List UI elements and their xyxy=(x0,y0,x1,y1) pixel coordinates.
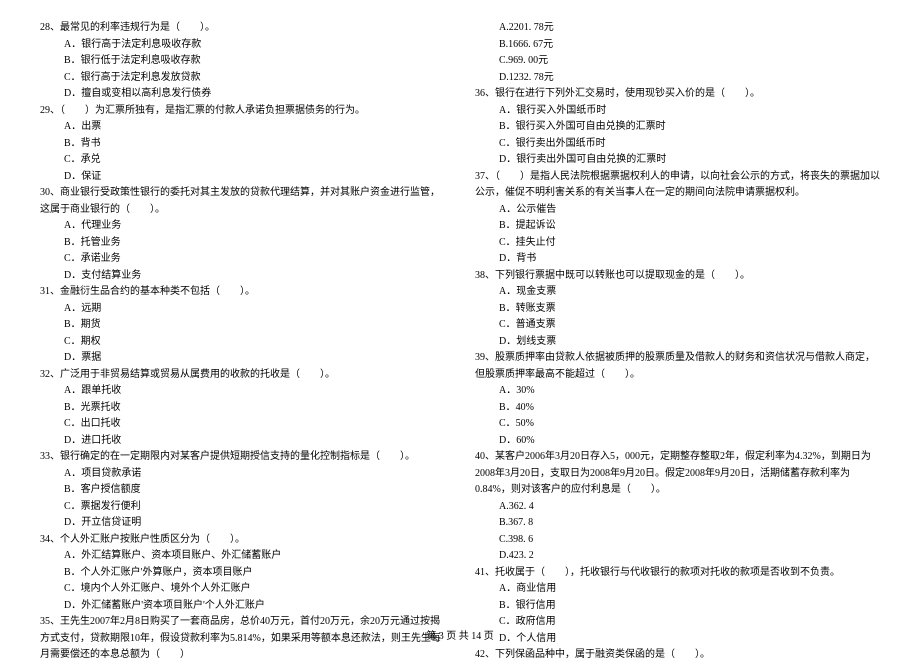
q30-opt-a: A．代理业务 xyxy=(40,218,445,235)
q33-opt-c: C．票据发行便利 xyxy=(40,499,445,516)
q29-opt-c: C．承兑 xyxy=(40,152,445,169)
q34-opt-b: B．个人外汇账户'外算账户，资本项目账户 xyxy=(40,565,445,582)
q38-opt-d: D．划线支票 xyxy=(475,334,880,351)
q34-opt-c: C．境内个人外汇账户、境外个人外汇账户 xyxy=(40,581,445,598)
q28-opt-d: D．擅自或变相以高利息发行债券 xyxy=(40,86,445,103)
q40-text: 40、某客户2006年3月20日存入5，000元，定期整存整取2年，假定利率为4… xyxy=(475,449,880,499)
q36-opt-c: C．银行卖出外国纸币时 xyxy=(475,136,880,153)
q38-opt-c: C．普通支票 xyxy=(475,317,880,334)
q34-opt-a: A．外汇结算账户、资本项目账户、外汇储蓄账户 xyxy=(40,548,445,565)
q38-opt-a: A．现金支票 xyxy=(475,284,880,301)
q36-text: 36、银行在进行下列外汇交易时，使用现钞买入价的是（ ）。 xyxy=(475,86,880,103)
q28-text: 28、最常见的利率违规行为是（ ）。 xyxy=(40,20,445,37)
q36-opt-a: A．银行买入外国纸币时 xyxy=(475,103,880,120)
q32-opt-a: A．跟单托收 xyxy=(40,383,445,400)
q40-opt-c: C.398. 6 xyxy=(475,532,880,549)
q31-opt-a: A．远期 xyxy=(40,301,445,318)
q42-text: 42、下列保函品种中，属于融资类保函的是（ ）。 xyxy=(475,647,880,664)
q40-opt-d: D.423. 2 xyxy=(475,548,880,565)
q31-text: 31、金融衍生品合约的基本种类不包括（ ）。 xyxy=(40,284,445,301)
q37-text: 37、（ ）是指人民法院根据票据权利人的申请，以向社会公示的方式，将丧失的票据加… xyxy=(475,169,880,202)
q40-opt-b: B.367. 8 xyxy=(475,515,880,532)
q37-opt-b: B．提起诉讼 xyxy=(475,218,880,235)
q32-text: 32、广泛用于非贸易结算或贸易从属费用的收款的托收是（ ）。 xyxy=(40,367,445,384)
q32-opt-c: C．出口托收 xyxy=(40,416,445,433)
q39-text: 39、股票质押率由贷款人依据被质押的股票质量及借款人的财务和资信状况与借款人商定… xyxy=(475,350,880,383)
q29-text: 29、（ ）为汇票所独有，是指汇票的付款人承诺负担票据债务的行为。 xyxy=(40,103,445,120)
q37-opt-d: D．背书 xyxy=(475,251,880,268)
q34-text: 34、个人外汇账户按账户性质区分为（ ）。 xyxy=(40,532,445,549)
page-footer: 第 3 页 共 14 页 xyxy=(0,627,920,642)
q28-opt-b: B．银行低于法定利息吸收存款 xyxy=(40,53,445,70)
q37-opt-c: C．挂失止付 xyxy=(475,235,880,252)
q33-text: 33、银行确定的在一定期限内对某客户提供短期授信支持的量化控制指标是（ ）。 xyxy=(40,449,445,466)
q41-opt-a: A．商业信用 xyxy=(475,581,880,598)
q31-opt-d: D．票据 xyxy=(40,350,445,367)
q40-opt-a: A.362. 4 xyxy=(475,499,880,516)
q38-opt-b: B．转账支票 xyxy=(475,301,880,318)
q28-opt-c: C．银行高于法定利息发放贷款 xyxy=(40,70,445,87)
q33-opt-d: D．开立信贷证明 xyxy=(40,515,445,532)
q31-opt-b: B．期货 xyxy=(40,317,445,334)
q41-text: 41、托收属于（ ），托收银行与代收银行的款项对托收的款项是否收到不负责。 xyxy=(475,565,880,582)
q30-opt-b: B．托管业务 xyxy=(40,235,445,252)
q38-text: 38、下列银行票据中既可以转账也可以提取现金的是（ ）。 xyxy=(475,268,880,285)
q28-opt-a: A．银行高于法定利息吸收存款 xyxy=(40,37,445,54)
q29-opt-d: D．保证 xyxy=(40,169,445,186)
q33-opt-a: A．项目贷款承诺 xyxy=(40,466,445,483)
q39-opt-d: D．60% xyxy=(475,433,880,450)
q39-opt-c: C．50% xyxy=(475,416,880,433)
q34-opt-d: D．外汇储蓄账户'资本项目账户'个人外汇账户 xyxy=(40,598,445,615)
q36-opt-b: B．银行买入外国可自由兑换的汇票时 xyxy=(475,119,880,136)
q32-opt-b: B．光票托收 xyxy=(40,400,445,417)
q39-opt-b: B．40% xyxy=(475,400,880,417)
q30-text: 30、商业银行受政策性银行的委托对其主发放的贷款代理结算，并对其账户资金进行监管… xyxy=(40,185,445,218)
q31-opt-c: C．期权 xyxy=(40,334,445,351)
q35-opt-b: B.1666. 67元 xyxy=(475,37,880,54)
q35-opt-c: C.969. 00元 xyxy=(475,53,880,70)
page-columns: 28、最常见的利率违规行为是（ ）。 A．银行高于法定利息吸收存款 B．银行低于… xyxy=(40,20,880,620)
q30-opt-c: C．承诺业务 xyxy=(40,251,445,268)
q30-opt-d: D．支付结算业务 xyxy=(40,268,445,285)
left-column: 28、最常见的利率违规行为是（ ）。 A．银行高于法定利息吸收存款 B．银行低于… xyxy=(40,20,445,620)
q37-opt-a: A．公示催告 xyxy=(475,202,880,219)
q33-opt-b: B．客户授信额度 xyxy=(40,482,445,499)
q29-opt-b: B．背书 xyxy=(40,136,445,153)
q41-opt-b: B．银行信用 xyxy=(475,598,880,615)
q32-opt-d: D．进口托收 xyxy=(40,433,445,450)
q29-opt-a: A．出票 xyxy=(40,119,445,136)
q39-opt-a: A．30% xyxy=(475,383,880,400)
right-column: A.2201. 78元 B.1666. 67元 C.969. 00元 D.123… xyxy=(475,20,880,620)
q36-opt-d: D．银行卖出外国可自由兑换的汇票时 xyxy=(475,152,880,169)
q35-opt-d: D.1232. 78元 xyxy=(475,70,880,87)
q35-opt-a: A.2201. 78元 xyxy=(475,20,880,37)
